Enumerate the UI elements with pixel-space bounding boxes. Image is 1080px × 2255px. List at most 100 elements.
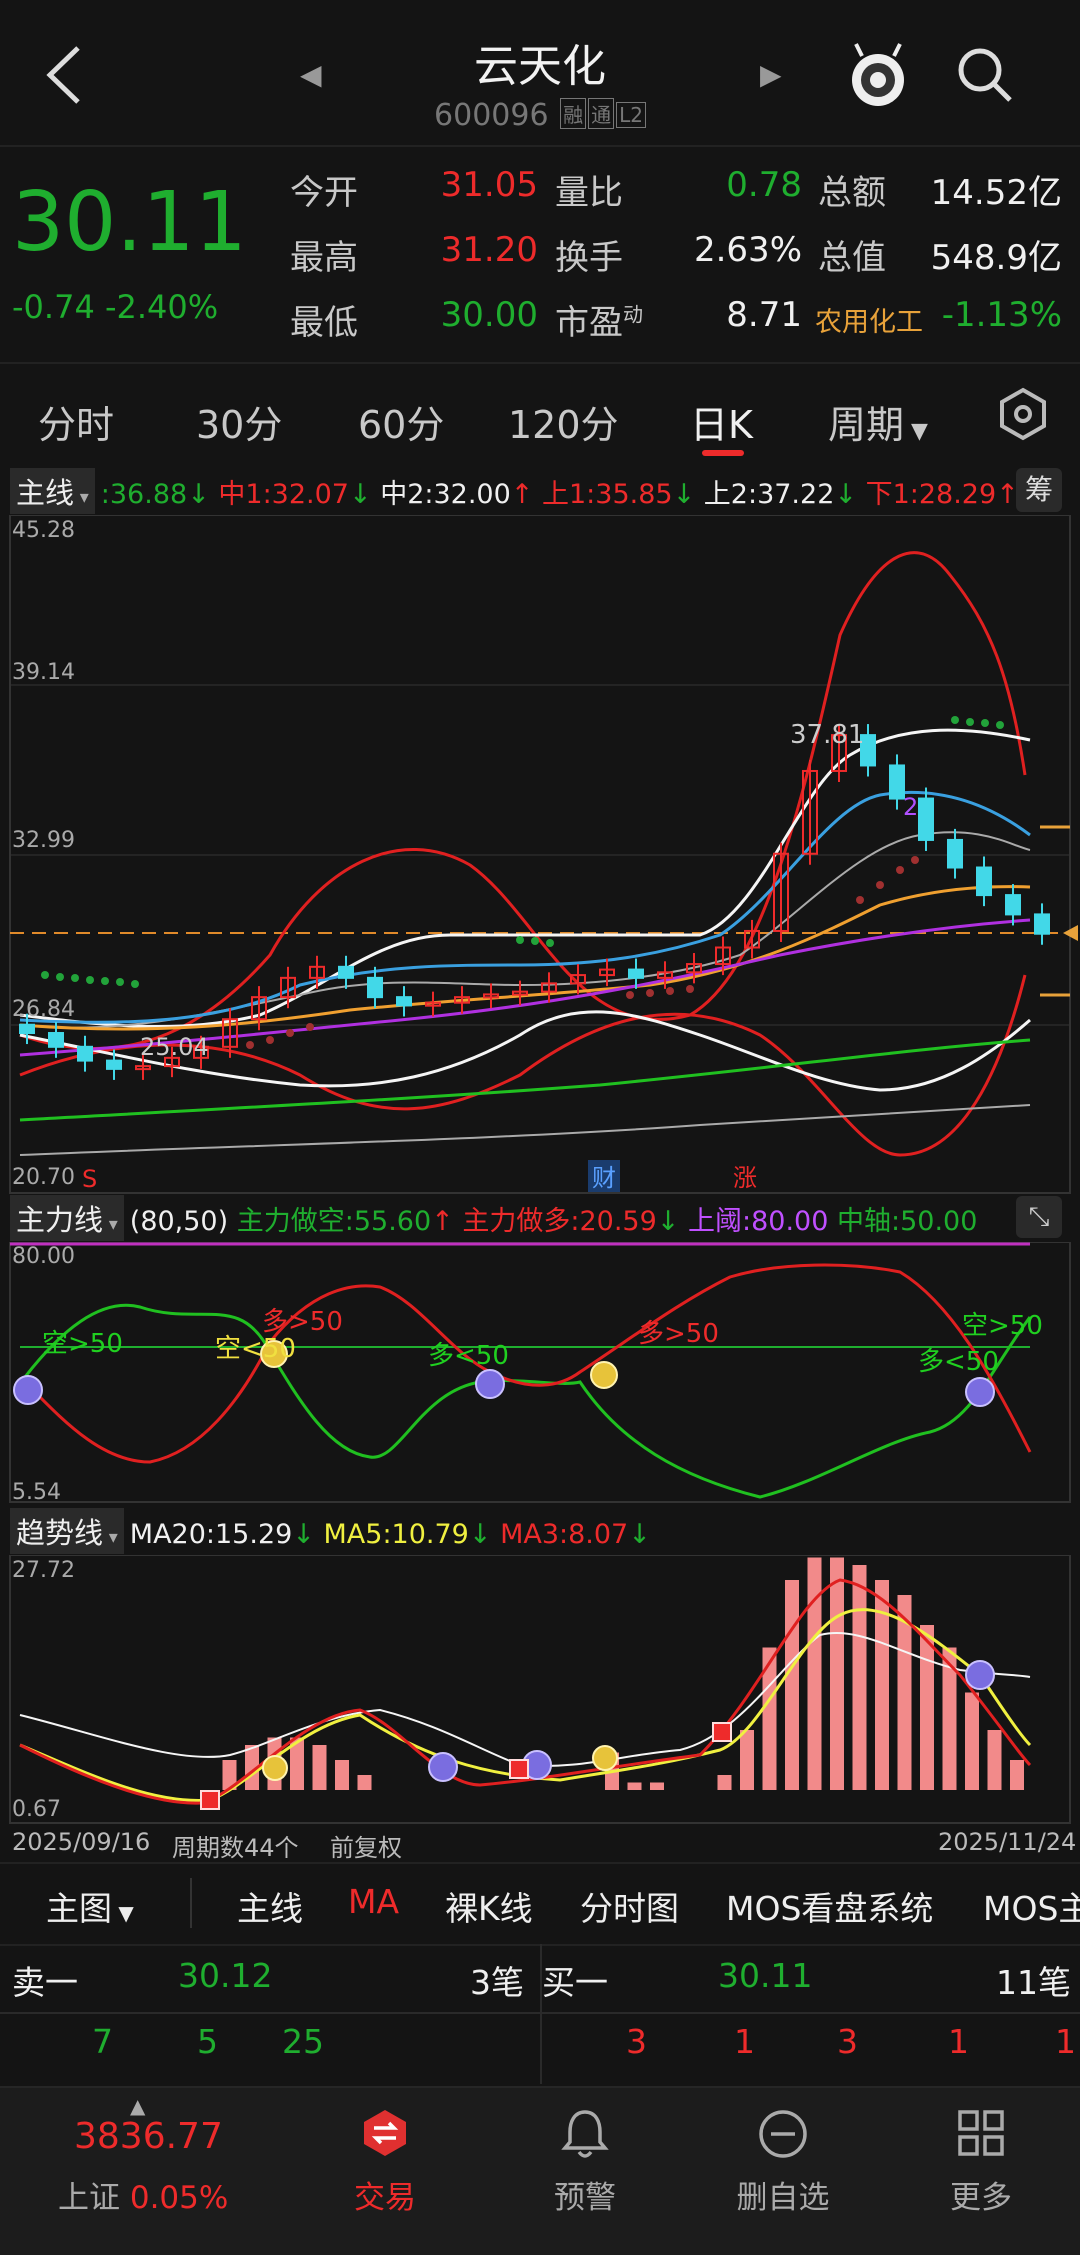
nav-alert[interactable]: 预警 bbox=[520, 2172, 650, 2217]
pe-value: 8.71 bbox=[726, 295, 802, 335]
subtab-intraday[interactable]: 分时图 bbox=[580, 1882, 679, 1930]
ma5-value: MA5:10.79 bbox=[323, 1519, 469, 1550]
sell-s-marker: S bbox=[82, 1165, 97, 1193]
long-force-value: 主力做多:20.59 bbox=[462, 1206, 657, 1237]
bottom-nav: ▲ 3836.77 上证 0.05% 交易 预警 删自选 更多 bbox=[0, 2086, 1080, 2255]
main-force-selector[interactable]: 主力线 bbox=[10, 1195, 124, 1241]
trade-icon[interactable] bbox=[360, 2108, 410, 2158]
marker-2: 2 bbox=[903, 793, 918, 821]
middle-axis: 中轴:50.00 bbox=[837, 1206, 978, 1237]
zl-axis-top: 80.00 bbox=[12, 1244, 75, 1269]
settings-hexagon-icon[interactable] bbox=[995, 386, 1051, 442]
high-label: 最高 bbox=[290, 238, 358, 278]
change-percent: -2.40% bbox=[104, 288, 219, 326]
tab-daily-k[interactable]: 日K bbox=[690, 394, 753, 449]
collapse-up-icon[interactable]: ▲ bbox=[130, 2094, 145, 2118]
expand-icon[interactable]: ⤡ bbox=[1016, 1196, 1062, 1238]
tab-60min[interactable]: 60分 bbox=[358, 394, 444, 449]
dropdown-icon: ▼ bbox=[904, 419, 928, 444]
bid-detail-5: 1 bbox=[1055, 2022, 1076, 2061]
main-chart-label: 主图 bbox=[46, 1889, 112, 1928]
candle-body bbox=[947, 838, 963, 869]
header: ◀ 云天化 ▶ 600096 融通 L2 bbox=[0, 0, 1080, 145]
remove-watchlist-icon[interactable] bbox=[757, 2108, 809, 2160]
trend-bar bbox=[920, 1625, 934, 1790]
long-force-line bbox=[23, 1263, 1032, 1464]
candle-body bbox=[106, 1059, 122, 1070]
bell-icon[interactable] bbox=[560, 2106, 610, 2160]
note-short-gt50: 空>50 bbox=[42, 1329, 123, 1359]
main-chart-dropdown[interactable]: 主图 ▼ bbox=[46, 1882, 134, 1930]
candle-body bbox=[976, 866, 992, 897]
main-axis-bottom: 20.70 bbox=[12, 1165, 75, 1190]
main-chart-frame bbox=[9, 515, 1071, 1194]
index-row[interactable]: 上证 0.05% bbox=[58, 2172, 228, 2217]
candle-body bbox=[19, 1023, 35, 1035]
change-value: -0.74 bbox=[12, 288, 95, 326]
sector-link[interactable]: 农用化工 bbox=[815, 300, 923, 339]
trend-bar bbox=[335, 1760, 349, 1790]
start-date: 2025/09/16 bbox=[12, 1828, 151, 1856]
tab-30min[interactable]: 30分 bbox=[196, 394, 282, 449]
limit-up-marker: 涨 bbox=[733, 1164, 757, 1192]
main-axis-2: 39.14 bbox=[12, 660, 75, 685]
main-force-indicator-bar: 主力线(80,50) 主力做空:55.60↑ 主力做多:20.59↓ 上阈:80… bbox=[0, 1195, 1080, 1241]
nav-trade[interactable]: 交易 bbox=[320, 2172, 450, 2217]
l2-tag: L2 bbox=[616, 102, 646, 128]
trend-bar bbox=[785, 1580, 799, 1790]
tab-120min[interactable]: 120分 bbox=[508, 394, 619, 449]
ask-detail-3: 25 bbox=[282, 2022, 324, 2061]
ask1-price: 30.12 bbox=[178, 1956, 273, 1995]
subtab-mos-more[interactable]: MOS主 bbox=[983, 1882, 1080, 1930]
low-annotation: 25.04 bbox=[140, 1033, 209, 1061]
stock-code: 600096 bbox=[434, 98, 549, 133]
sector-change: -1.13% bbox=[941, 295, 1062, 335]
trend-bar bbox=[357, 1775, 372, 1790]
trend-bar bbox=[740, 1730, 754, 1790]
turnover-label: 换手 bbox=[555, 238, 623, 278]
search-icon[interactable] bbox=[955, 45, 1015, 105]
candle-body bbox=[918, 797, 934, 841]
tab-intraday[interactable]: 分时 bbox=[38, 394, 114, 449]
book-row-divider bbox=[0, 2012, 1080, 2014]
trend-selector[interactable]: 趋势线 bbox=[10, 1508, 124, 1554]
face-markers bbox=[13, 1369, 995, 1407]
subtab-bare-k[interactable]: 裸K线 bbox=[445, 1882, 533, 1930]
subtab-ma[interactable]: MA bbox=[348, 1882, 399, 1921]
robot-assistant-icon[interactable] bbox=[848, 40, 908, 110]
note-long-gt50: 多>50 bbox=[262, 1307, 343, 1337]
subtab-mos-system[interactable]: MOS看盘系统 bbox=[726, 1882, 933, 1930]
green-dot-series bbox=[41, 716, 1004, 988]
chip-distribution-button[interactable]: 筹 bbox=[1016, 468, 1062, 512]
nav-remove-watchlist[interactable]: 删自选 bbox=[718, 2172, 848, 2217]
turnover-value: 2.63% bbox=[693, 230, 802, 270]
upper2-value: 上2:37.22 bbox=[703, 479, 835, 510]
main-force-chart[interactable]: 空>50 空<50 多>50 多<50 多>50 多<50 空>50 bbox=[0, 1242, 1080, 1504]
high-annotation: 37.81 bbox=[790, 720, 864, 750]
trend-bar bbox=[312, 1745, 327, 1790]
high-value: 31.20 bbox=[440, 230, 538, 270]
trend-bar bbox=[852, 1565, 867, 1790]
subtab-main-line[interactable]: 主线 bbox=[237, 1882, 303, 1930]
bid-detail-1: 3 bbox=[626, 2022, 647, 2061]
connect-tag: 通 bbox=[588, 98, 615, 129]
index-change: 0.05% bbox=[129, 2180, 229, 2216]
note-long-gt50-2: 多>50 bbox=[638, 1319, 719, 1349]
main-indicator-bar: 主线:36.88↓ 中1:32.07↓ 中2:32.00↑ 上1:35.85↓ … bbox=[0, 468, 1080, 514]
low-label: 最低 bbox=[290, 303, 358, 343]
index-value[interactable]: 3836.77 bbox=[74, 2116, 223, 2157]
bid-detail-3: 3 bbox=[837, 2022, 858, 2061]
trend-bar bbox=[830, 1557, 844, 1790]
trend-chart[interactable] bbox=[0, 1555, 1080, 1825]
index-name: 上证 bbox=[58, 2180, 120, 2216]
candle-body bbox=[367, 976, 383, 999]
more-grid-icon[interactable] bbox=[956, 2108, 1006, 2158]
nav-more[interactable]: 更多 bbox=[916, 2172, 1046, 2217]
next-stock-icon[interactable]: ▶ bbox=[760, 58, 782, 91]
open-label: 今开 bbox=[290, 173, 358, 213]
stock-code-row: 600096 融通 L2 bbox=[0, 98, 1080, 133]
main-line-selector[interactable]: 主线 bbox=[10, 468, 95, 514]
tab-period[interactable]: 周期 ▼ bbox=[828, 394, 928, 449]
trend-axis-bottom: 0.67 bbox=[12, 1797, 61, 1822]
kline-chart[interactable]: 37.81 25.04 2 S 财 涨 bbox=[0, 515, 1080, 1195]
